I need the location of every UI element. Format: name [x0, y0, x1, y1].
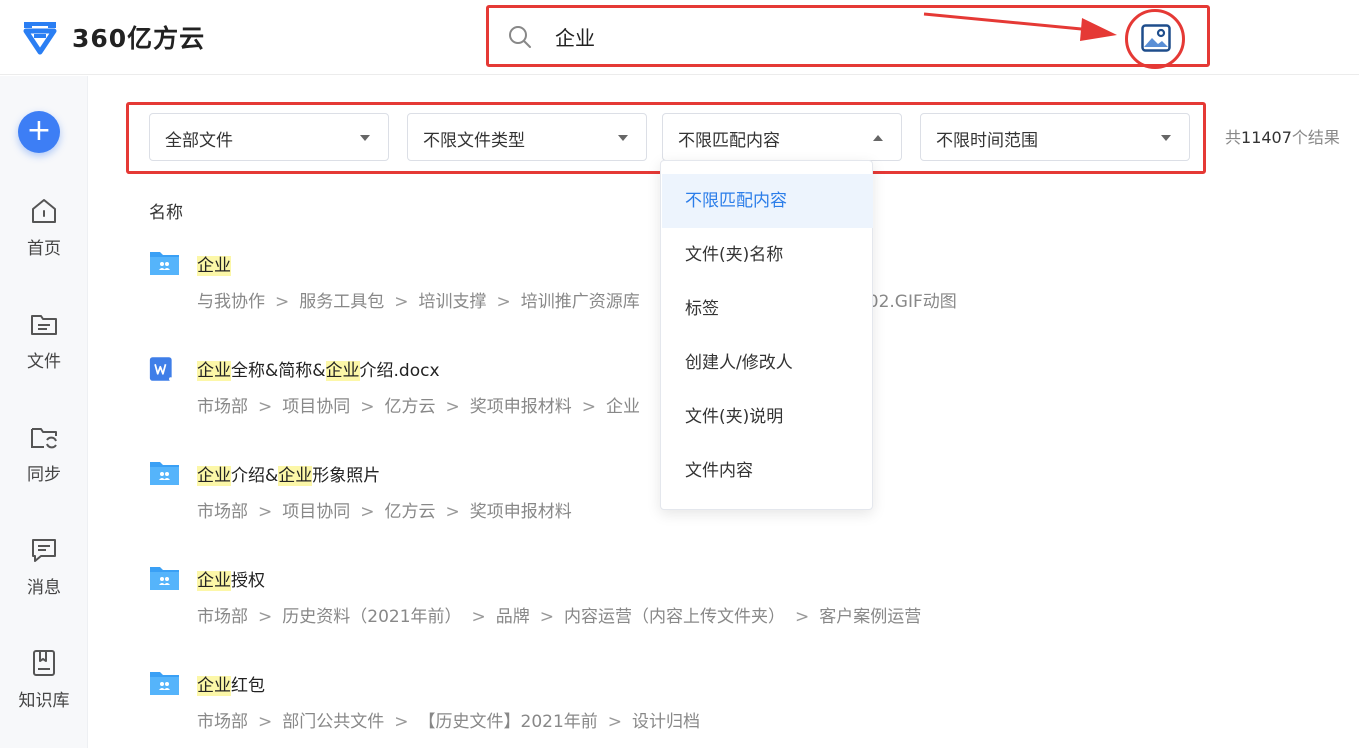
file-name[interactable]: 企业: [197, 251, 231, 276]
file-path: 市场部 > 项目协同 > 亿方云 > 奖项申报材料 > 企业: [197, 397, 640, 417]
file-type-select-value: 不限文件类型: [423, 131, 525, 151]
match-content-dropdown: 不限匹配内容 文件(夹)名称 标签 创建人/修改人 文件(夹)说明 文件内容: [660, 160, 873, 510]
file-path: 市场部 > 历史资料（2021年前） > 品牌 > 内容运营（内容上传文件夹） > 客户案例运营: [197, 607, 922, 627]
list-item[interactable]: 企业红包 市场部 > 部门公共文件 > 【历史文件】2021年前 > 设计归档: [149, 669, 1249, 749]
sidebar-item-messages[interactable]: 消息: [0, 535, 88, 615]
sync-folder-icon: [31, 428, 57, 449]
file-name[interactable]: 企业介绍&企业形象照片: [197, 461, 380, 486]
sidebar-item-files[interactable]: 文件: [0, 309, 88, 389]
home-icon: [32, 199, 56, 223]
sidebar-item-label: 首页: [27, 239, 61, 259]
left-sidebar: + 首页 文件 同步 消息 知识库: [0, 76, 88, 748]
result-count: 共11407个结果: [1225, 128, 1340, 147]
file-path: 市场部 > 部门公共文件 > 【历史文件】2021年前 > 设计归档: [197, 712, 701, 732]
match-content-select[interactable]: 不限匹配内容: [662, 113, 902, 161]
add-button[interactable]: +: [18, 111, 60, 153]
scope-select[interactable]: 全部文件: [149, 113, 389, 161]
image-search-button[interactable]: [1125, 9, 1185, 69]
sidebar-item-label: 知识库: [18, 691, 70, 711]
file-name[interactable]: 企业红包: [197, 671, 265, 696]
logo-icon: [23, 22, 57, 55]
sidebar-item-knowledge-base[interactable]: 知识库: [0, 648, 88, 728]
time-range-select-value: 不限时间范围: [936, 131, 1038, 151]
message-icon: [32, 539, 56, 562]
file-type-select[interactable]: 不限文件类型: [407, 113, 647, 161]
caret-up-icon: [873, 135, 883, 141]
dropdown-option[interactable]: 文件内容: [662, 444, 873, 498]
sidebar-item-home[interactable]: 首页: [0, 196, 88, 276]
shared-folder-icon: [150, 252, 179, 275]
logo-text: 360亿方云: [72, 24, 206, 53]
dropdown-option[interactable]: 文件(夹)名称: [662, 228, 873, 282]
app-logo[interactable]: 360亿方云: [20, 18, 205, 56]
match-content-select-value: 不限匹配内容: [678, 131, 780, 151]
shared-folder-icon: [150, 567, 179, 590]
scope-select-value: 全部文件: [165, 131, 233, 151]
file-name[interactable]: 企业全称&简称&企业介绍.docx: [197, 356, 440, 381]
top-header: 360亿方云: [0, 0, 1359, 75]
sidebar-item-label: 消息: [27, 578, 61, 598]
file-path: 市场部 > 项目协同 > 亿方云 > 奖项申报材料: [197, 502, 572, 522]
annotation-arrow: [923, 12, 1117, 41]
file-name[interactable]: 企业授权: [197, 566, 265, 591]
knowledge-base-icon: [33, 650, 55, 676]
list-item[interactable]: 企业授权 市场部 > 历史资料（2021年前） > 品牌 > 内容运营（内容上传文件夹） > 客…: [149, 564, 1249, 644]
dropdown-option[interactable]: 标签: [662, 282, 873, 336]
sidebar-item-label: 文件: [27, 352, 61, 372]
caret-down-icon: [360, 135, 370, 141]
shared-folder-icon: [150, 672, 179, 695]
dropdown-option[interactable]: 创建人/修改人: [662, 336, 873, 390]
time-range-select[interactable]: 不限时间范围: [920, 113, 1190, 161]
image-icon: [1141, 24, 1171, 52]
caret-down-icon: [618, 135, 628, 141]
shared-folder-icon: [150, 462, 179, 485]
word-doc-icon: [149, 357, 173, 381]
sidebar-item-sync[interactable]: 同步: [0, 422, 88, 502]
dropdown-option[interactable]: 文件(夹)说明: [662, 390, 873, 444]
folder-icon: [31, 315, 57, 335]
result-count-number: 11407: [1241, 128, 1292, 147]
caret-down-icon: [1161, 135, 1171, 141]
sidebar-item-label: 同步: [27, 465, 61, 485]
name-column-header[interactable]: 名称: [149, 198, 183, 223]
dropdown-option[interactable]: 不限匹配内容: [662, 174, 873, 228]
search-icon[interactable]: [507, 24, 533, 50]
